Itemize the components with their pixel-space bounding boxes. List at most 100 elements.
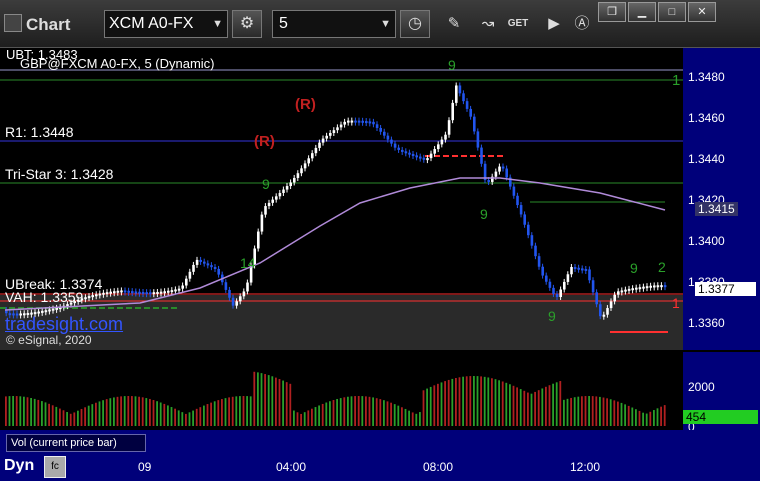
volume-bar [62,410,65,426]
alert-button[interactable]: Ⓐ [570,12,594,36]
volume-bar [570,397,572,426]
volume-bar [267,375,270,426]
candle [260,214,264,232]
candle [375,124,379,128]
volume-axis[interactable]: 2000 1000 0 454 [683,352,760,434]
volume-bar [455,378,457,426]
dynamic-toggle-button[interactable]: fc [44,456,66,478]
volume-bars [5,371,666,426]
volume-bar [84,407,86,426]
candle [505,168,508,178]
candle [379,127,382,132]
candle [469,108,472,117]
volume-bar [548,385,551,426]
volume-bar [174,408,176,426]
volume-bar [541,388,544,426]
volume-bar [242,396,245,426]
candle [365,121,368,124]
volume-bar [638,410,641,426]
candle [404,151,408,154]
chevron-down-icon[interactable]: ▼ [212,11,223,37]
candle [134,291,138,294]
volume-bar [595,396,598,426]
price-tick: 1.3480 [688,70,725,84]
candle [264,206,267,215]
volume-bar [588,396,590,426]
volume-bar [246,396,248,426]
volume-bar [393,404,396,426]
volume-bar [206,404,209,426]
settings-button[interactable]: ⚙ [232,10,262,38]
candle [246,282,249,292]
time-axis[interactable] [0,454,760,481]
volume-bar [120,396,122,426]
price-axis[interactable]: 1.3480 1.3460 1.3440 1.3420 1.3400 1.338… [683,48,760,350]
volume-bar [645,413,648,426]
price-chart[interactable]: (R) (R) 9 9 9 9 9 2 14 1 1 UBT: 1.3483 GB… [0,47,683,350]
candle [224,282,228,290]
r-mark-2: (R) [254,133,275,150]
volume-bar [30,398,32,426]
candle [563,281,566,290]
volume-bar [145,398,148,426]
candle [437,144,440,150]
window-maximize-button[interactable]: □ [658,2,686,22]
restore-icon: ❐ [607,6,617,18]
volume-chart[interactable] [0,352,683,430]
volume-bar [347,396,349,426]
volume-bar [213,401,216,426]
volume-bar [397,405,400,426]
volume-bar [77,410,79,426]
candle [213,267,217,270]
window-restore-button[interactable]: ❐ [598,2,626,22]
watermark[interactable]: tradesight.com [5,314,123,335]
candle [426,158,429,161]
study-button[interactable]: ↝ [476,12,500,36]
candle [516,195,519,206]
volume-bar [372,397,374,426]
td-count: 9 [480,206,488,222]
symbol-input[interactable]: XCM A0-FX ▼ [104,10,228,38]
candle [595,292,598,305]
candle [336,127,339,131]
time-tick: 08:00 [423,460,454,474]
volume-bar [552,383,554,426]
volume-bar [563,399,565,426]
volume-study-label[interactable]: Vol (current price bar) [6,434,146,452]
candle [267,202,271,207]
chevron-down-icon[interactable]: ▼ [380,11,391,37]
draw-tool-button[interactable]: ✎ [442,12,466,36]
volume-bar [386,401,389,426]
candle [620,290,624,293]
volume-bar [289,383,292,426]
candle [307,158,310,164]
time-tick: 12:00 [570,460,601,474]
volume-bar [617,401,619,426]
level-marker-1: 1 [672,72,680,89]
volume-bar [59,408,61,426]
candle [188,271,192,279]
interval-input[interactable]: 5 ▼ [272,10,396,38]
volume-bar [239,396,241,426]
get-button[interactable]: GET [506,12,530,36]
candle [480,147,483,164]
volume-bar [131,396,133,426]
candle [383,131,386,136]
window-minimize-button[interactable]: ▁ [628,2,656,22]
volume-bar [599,396,601,426]
play-button[interactable]: ▶ [542,12,566,36]
candle [635,287,638,290]
price-chart-canvas: (R) (R) 9 9 9 9 9 2 14 1 1 [0,57,683,350]
current-price-marker: 1.3377 [695,282,756,296]
candle [278,192,282,197]
volume-bar [26,397,29,426]
volume-bar [473,376,475,426]
volume-bar [15,396,18,426]
candle [591,280,595,293]
window-close-button[interactable]: ✕ [688,2,716,22]
candle [624,289,627,292]
volume-bar [37,399,40,426]
current-volume-marker: 454 [683,410,758,424]
time-button[interactable]: ◷ [400,10,430,38]
volume-bar [199,407,202,426]
